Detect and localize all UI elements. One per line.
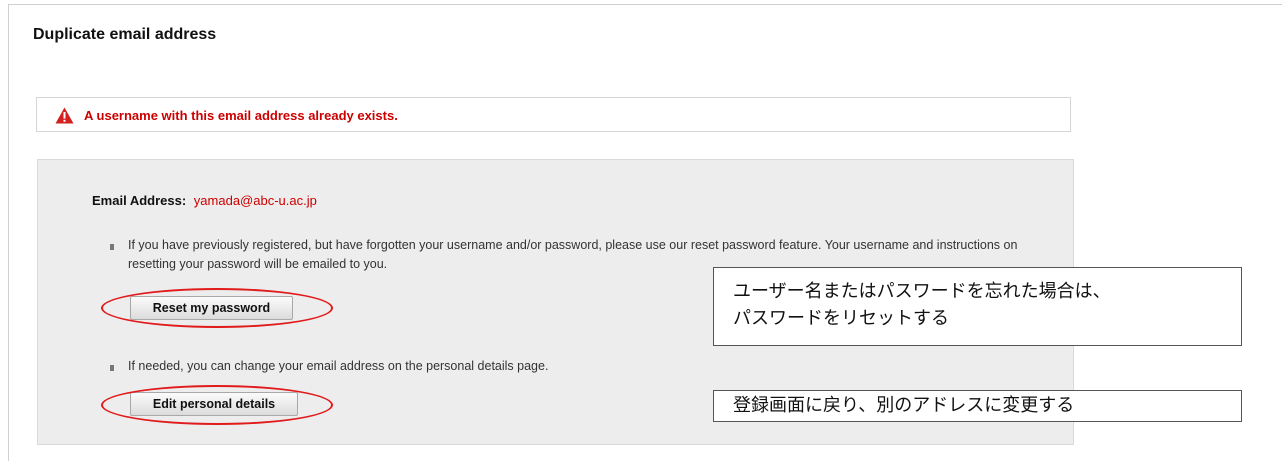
bullet-marker — [110, 244, 114, 250]
frame-top-border — [8, 4, 1282, 5]
edit-note-callout: 登録画面に戻り、別のアドレスに変更する — [713, 390, 1242, 422]
edit-note-text: 登録画面に戻り、別のアドレスに変更する — [733, 395, 1075, 416]
reset-note-callout: ユーザー名またはパスワードを忘れた場合は、 パスワードをリセットする — [713, 267, 1242, 346]
email-label: Email Address: — [92, 193, 187, 208]
email-row: Email Address: yamada@abc-u.ac.jp — [92, 193, 317, 208]
email-value: yamada@abc-u.ac.jp — [193, 193, 317, 208]
reset-button-highlight-ring — [101, 288, 333, 328]
reset-note-line-2: パスワードをリセットする — [733, 308, 949, 329]
page-title: Duplicate email address — [33, 26, 217, 43]
warning-triangle-icon — [55, 107, 74, 124]
alert-message: A username with this email address alrea… — [84, 108, 398, 123]
page: Duplicate email address A username with … — [0, 0, 1282, 461]
error-alert: A username with this email address alrea… — [36, 97, 1071, 132]
reset-note-line-1: ユーザー名またはパスワードを忘れた場合は、 — [733, 281, 1111, 302]
edit-instructions: If needed, you can change your email add… — [128, 359, 549, 373]
bullet-marker — [110, 365, 114, 371]
edit-button-highlight-ring — [101, 385, 333, 425]
frame-left-border — [8, 4, 9, 461]
